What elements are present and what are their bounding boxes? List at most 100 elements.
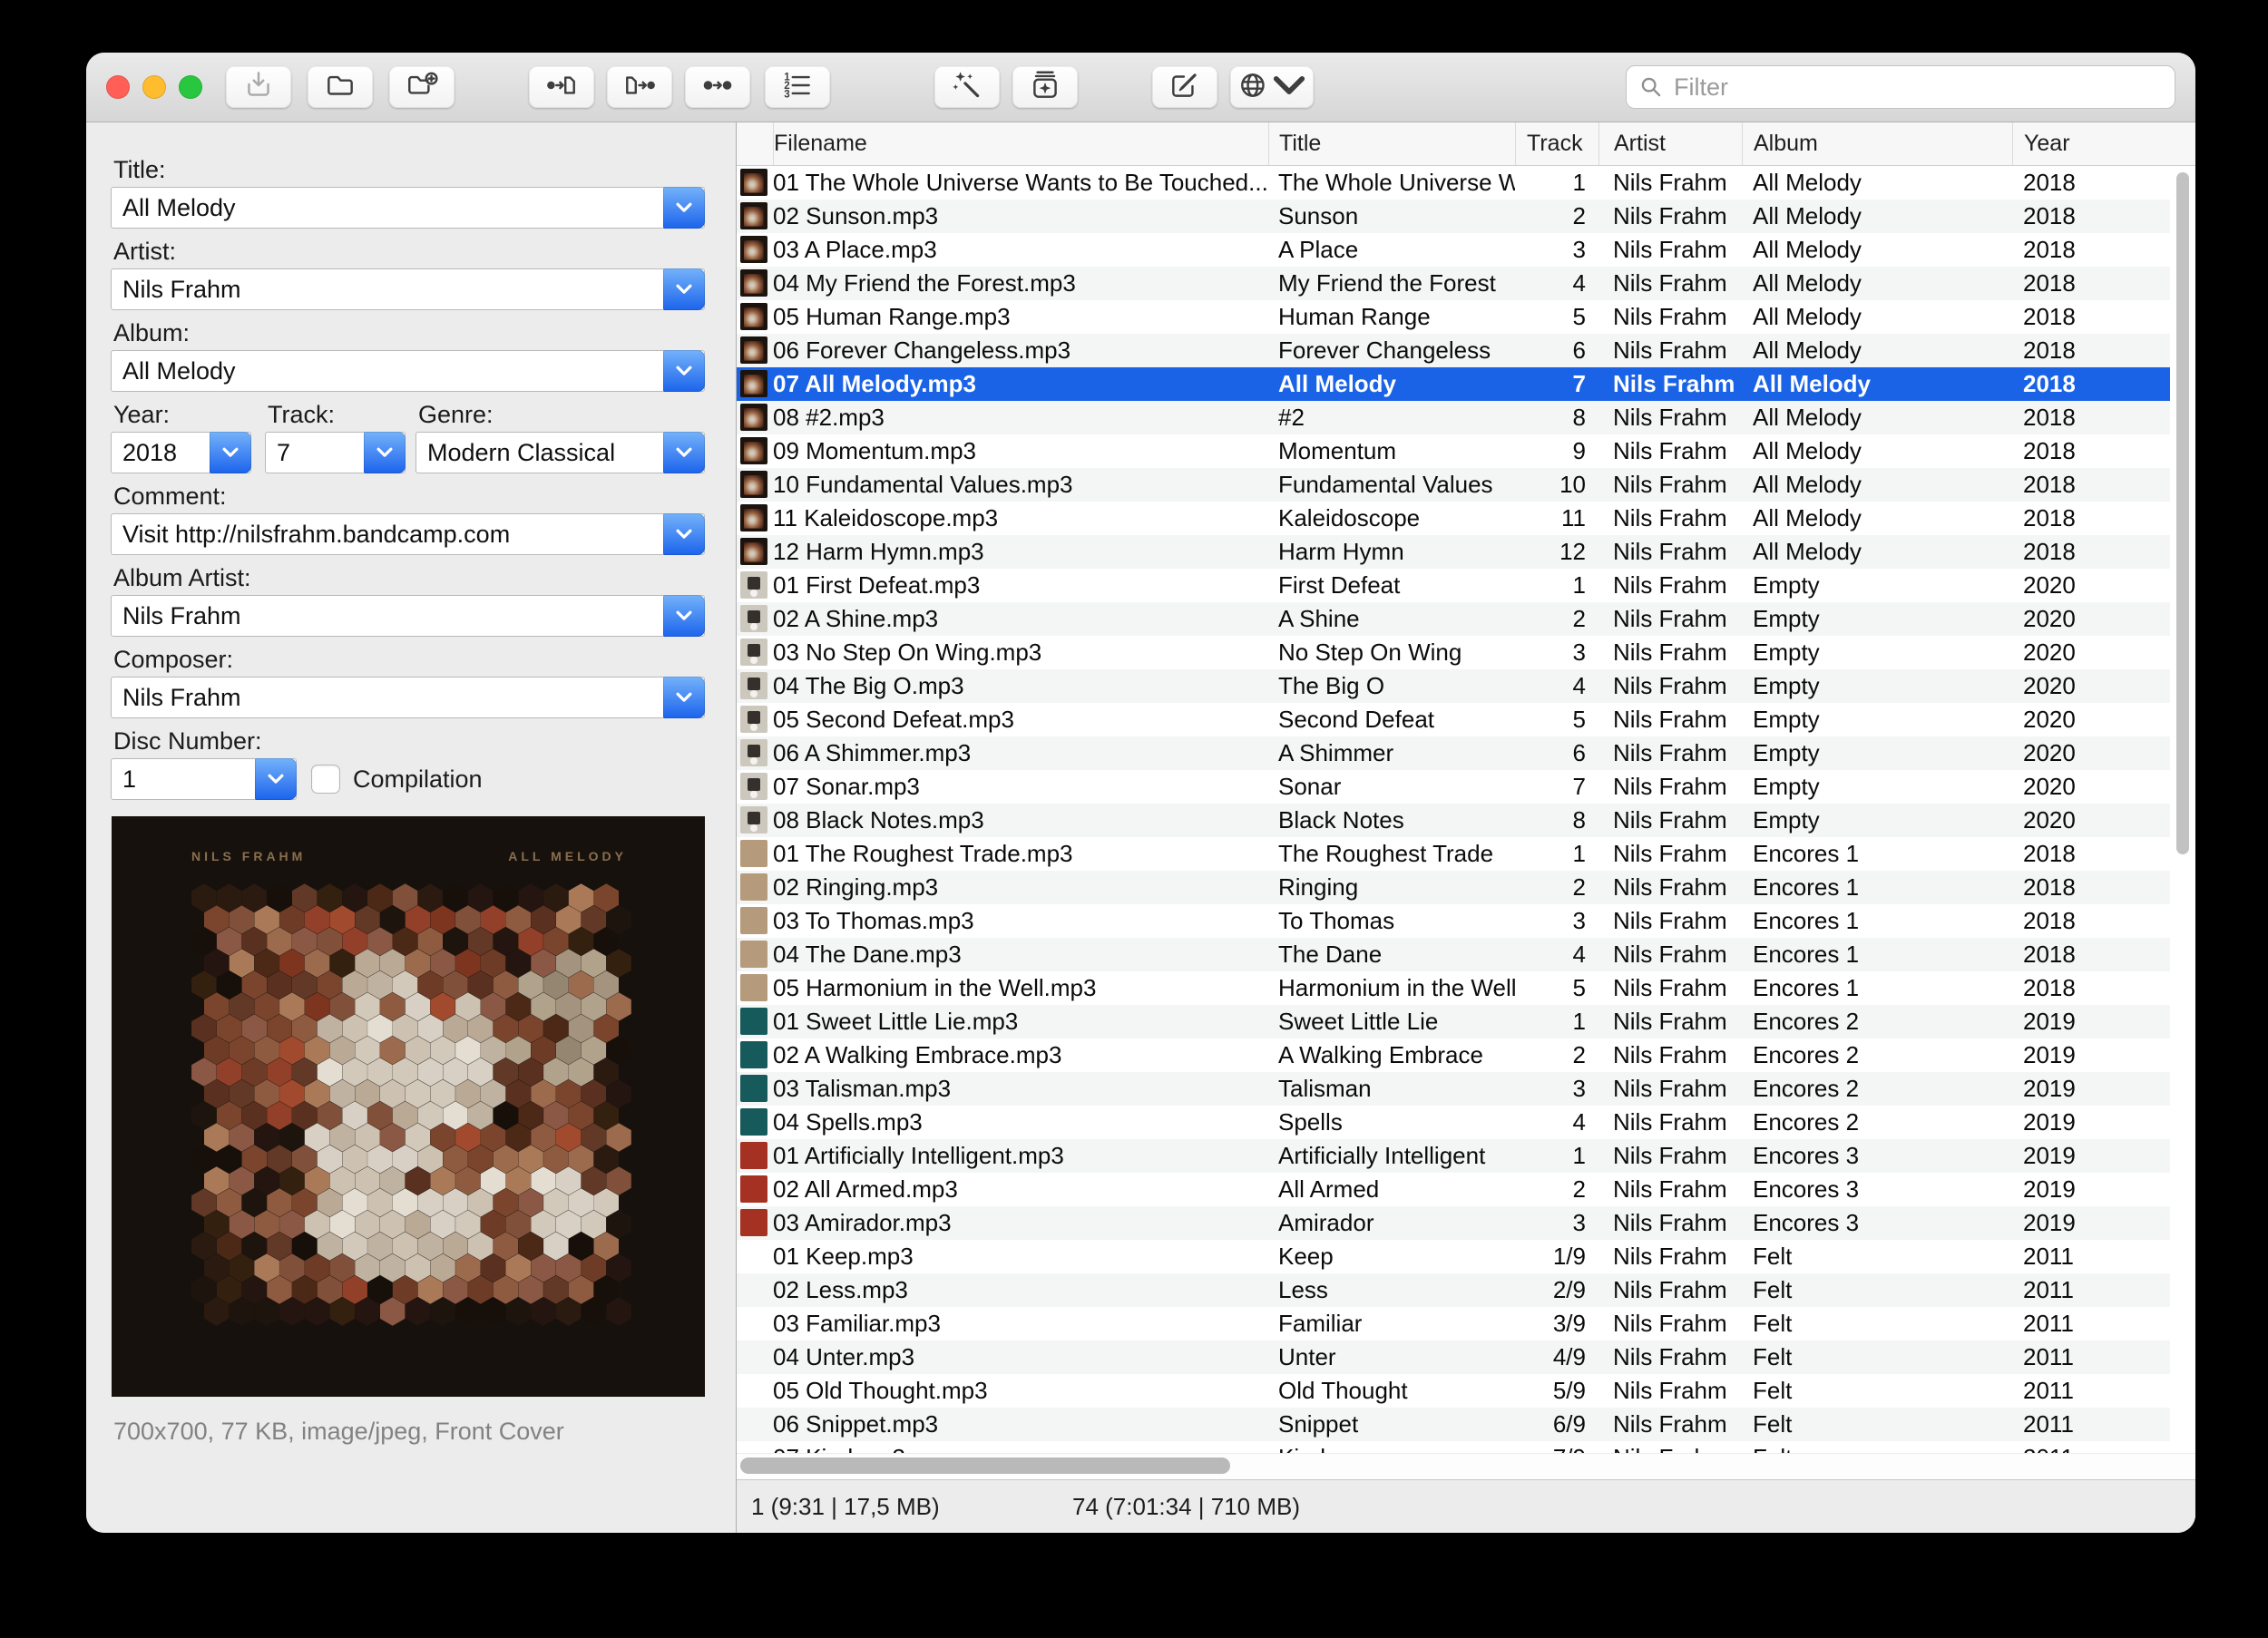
close-window-button[interactable] — [106, 75, 130, 99]
table-row[interactable]: 01 The Roughest Trade.mp3 The Roughest Tr… — [737, 837, 2170, 871]
apply-artwork-button[interactable] — [1012, 66, 1078, 108]
table-row[interactable]: 02 Ringing.mp3 Ringing 2 Nils Frahm Encores … — [737, 871, 2170, 904]
zoom-window-button[interactable] — [179, 75, 202, 99]
table-row[interactable]: 03 A Place.mp3 A Place 3 Nils Frahm All Melo… — [737, 233, 2170, 267]
cell-album: Encores 3 — [1753, 1175, 1860, 1203]
tag-to-filename-button[interactable] — [529, 66, 594, 108]
cell-artist: Nils Frahm — [1613, 1209, 1727, 1236]
add-folder-button[interactable] — [389, 66, 455, 108]
table-row[interactable]: 11 Kaleidoscope.mp3 Kaleidoscope 11 Nils Fr… — [737, 502, 2170, 535]
album-artwork[interactable]: NILS FRAHM ALL MELODY — [112, 816, 705, 1397]
table-row[interactable]: 05 Second Defeat.mp3 Second Defeat 5 Nils F… — [737, 703, 2170, 736]
album-input[interactable] — [112, 351, 664, 391]
table-row[interactable]: 06 Forever Changeless.mp3 Forever Changel… — [737, 334, 2170, 367]
genre-dropdown-button[interactable] — [663, 432, 705, 473]
cell-thumbnail — [737, 334, 773, 367]
title-dropdown-button[interactable] — [663, 187, 705, 229]
table-row[interactable]: 02 A Shine.mp3 A Shine 2 Nils Frahm Empty 202… — [737, 602, 2170, 636]
header-thumbnail-column[interactable] — [737, 122, 773, 165]
table-row[interactable]: 01 Keep.mp3 Keep 1/9 Nils Frahm Felt 2011 — [737, 1240, 2170, 1273]
table-row[interactable]: 08 #2.mp3 #2 8 Nils Frahm All Melody 2018 — [737, 401, 2170, 434]
cell-title: Talisman — [1278, 1075, 1372, 1102]
cell-filename: 05 Human Range.mp3 — [773, 303, 1011, 330]
artist-dropdown-button[interactable] — [663, 268, 705, 310]
comment-dropdown-button[interactable] — [663, 513, 705, 555]
cell-artist: Nils Frahm — [1613, 974, 1727, 1001]
artist-input[interactable] — [112, 269, 664, 309]
table-row[interactable]: 03 To Thomas.mp3 To Thomas 3 Nils Frahm Enco… — [737, 904, 2170, 938]
track-input[interactable] — [266, 433, 365, 473]
table-row[interactable]: 04 My Friend the Forest.mp3 My Friend the… — [737, 267, 2170, 300]
year-dropdown-button[interactable] — [210, 432, 251, 473]
table-row[interactable]: 01 The Whole Universe Wants to Be Touche… — [737, 166, 2170, 200]
web-lookup-button[interactable] — [1230, 66, 1314, 108]
cell-title: Sonar — [1278, 773, 1342, 800]
year-input[interactable] — [112, 433, 210, 473]
table-row[interactable]: 05 Human Range.mp3 Human Range 5 Nils Frahm… — [737, 300, 2170, 334]
comment-input[interactable] — [112, 514, 664, 554]
cell-thumbnail — [737, 602, 773, 636]
disc-number-dropdown-button[interactable] — [255, 758, 297, 800]
tag-to-tag-button[interactable] — [685, 66, 750, 108]
cell-filename: 06 Snippet.mp3 — [773, 1410, 939, 1438]
table-row[interactable]: 02 Sunson.mp3 Sunson 2 Nils Frahm All Melody… — [737, 200, 2170, 233]
compilation-checkbox[interactable] — [311, 765, 340, 794]
header-album[interactable]: Album — [1742, 122, 2012, 165]
table-row[interactable]: 03 Amirador.mp3 Amirador 3 Nils Frahm Encore… — [737, 1206, 2170, 1240]
cell-track: 7/9 — [1515, 1441, 1598, 1453]
header-filename[interactable]: Filename — [773, 122, 1268, 165]
table-row[interactable]: 03 No Step On Wing.mp3 No Step On Wing 3 Ni… — [737, 636, 2170, 669]
table-row[interactable]: 01 Sweet Little Lie.mp3 Sweet Little Lie 1… — [737, 1005, 2170, 1038]
table-row[interactable]: 01 First Defeat.mp3 First Defeat 1 Nils Fra… — [737, 569, 2170, 602]
cell-album: Encores 1 — [1753, 840, 1860, 867]
table-row[interactable]: 04 Unter.mp3 Unter 4/9 Nils Frahm Felt 2011 — [737, 1341, 2170, 1374]
genre-input[interactable] — [416, 433, 664, 473]
cell-track: 2 — [1572, 873, 1586, 901]
composer-dropdown-button[interactable] — [663, 677, 705, 718]
album-dropdown-button[interactable] — [663, 350, 705, 392]
header-track[interactable]: Track — [1515, 122, 1598, 165]
table-row[interactable]: 04 Spells.mp3 Spells 4 Nils Frahm Encores 2 2… — [737, 1106, 2170, 1139]
table-row[interactable]: 04 The Dane.mp3 The Dane 4 Nils Frahm Encore… — [737, 938, 2170, 971]
title-input[interactable] — [112, 188, 664, 228]
table-row[interactable]: 02 All Armed.mp3 All Armed 2 Nils Frahm Enco… — [737, 1173, 2170, 1206]
vertical-scrollbar-thumb[interactable] — [2176, 172, 2189, 854]
table-row[interactable]: 04 The Big O.mp3 The Big O 4 Nils Frahm Empt… — [737, 669, 2170, 703]
header-year[interactable]: Year — [2012, 122, 2170, 165]
table-row[interactable]: 03 Talisman.mp3 Talisman 3 Nils Frahm Encore… — [737, 1072, 2170, 1106]
table-row[interactable]: 09 Momentum.mp3 Momentum 9 Nils Frahm All Me… — [737, 434, 2170, 468]
filename-to-tag-button[interactable] — [607, 66, 672, 108]
cell-filename: 01 Artificially Intelligent.mp3 — [773, 1142, 1064, 1169]
open-folder-button[interactable] — [308, 66, 373, 108]
edit-tags-button[interactable] — [1152, 66, 1217, 108]
table-row[interactable]: 03 Familiar.mp3 Familiar 3/9 Nils Frahm Felt… — [737, 1307, 2170, 1341]
table-row[interactable]: 06 Snippet.mp3 Snippet 6/9 Nils Frahm Felt 20… — [737, 1408, 2170, 1441]
table-row[interactable]: 08 Black Notes.mp3 Black Notes 8 Nils Frahm… — [737, 804, 2170, 837]
horizontal-scrollbar-thumb[interactable] — [740, 1458, 1230, 1474]
disc-number-input[interactable] — [112, 759, 256, 799]
filter-input[interactable] — [1672, 72, 2175, 102]
header-title[interactable]: Title — [1268, 122, 1515, 165]
auto-tag-button[interactable] — [934, 66, 1000, 108]
header-artist[interactable]: Artist — [1598, 122, 1742, 165]
minimize-window-button[interactable] — [142, 75, 166, 99]
album-artist-input[interactable] — [112, 596, 664, 636]
table-row[interactable]: 02 A Walking Embrace.mp3 A Walking Embrac… — [737, 1038, 2170, 1072]
cell-filename: 02 Sunson.mp3 — [773, 202, 939, 229]
table-row[interactable]: 07 Sonar.mp3 Sonar 7 Nils Frahm Empty 2020 — [737, 770, 2170, 804]
cell-artist: Nils Frahm — [1613, 1008, 1727, 1035]
table-row[interactable]: 07 Kind.mp3Kind7/9Nils FrahmFelt2011 — [737, 1441, 2170, 1453]
renumber-tracks-button[interactable]: 1 2 3 — [765, 66, 830, 108]
save-button[interactable] — [226, 66, 291, 108]
table-row[interactable]: 07 All Melody.mp3 All Melody 7 Nils Frahm Al… — [737, 367, 2170, 401]
table-row[interactable]: 01 Artificially Intelligent.mp3 Artificia… — [737, 1139, 2170, 1173]
table-row[interactable]: 02 Less.mp3 Less 2/9 Nils Frahm Felt 2011 — [737, 1273, 2170, 1307]
table-row[interactable]: 12 Harm Hymn.mp3 Harm Hymn 12 Nils Frahm All… — [737, 535, 2170, 569]
album-artist-dropdown-button[interactable] — [663, 595, 705, 637]
composer-input[interactable] — [112, 678, 664, 717]
table-row[interactable]: 06 A Shimmer.mp3 A Shimmer 6 Nils Frahm Empt… — [737, 736, 2170, 770]
table-row[interactable]: 10 Fundamental Values.mp3 Fundamental Val… — [737, 468, 2170, 502]
table-row[interactable]: 05 Harmonium in the Well.mp3 Harmonium in… — [737, 971, 2170, 1005]
track-dropdown-button[interactable] — [364, 432, 406, 473]
table-row[interactable]: 05 Old Thought.mp3 Old Thought 5/9 Nils Fra… — [737, 1374, 2170, 1408]
